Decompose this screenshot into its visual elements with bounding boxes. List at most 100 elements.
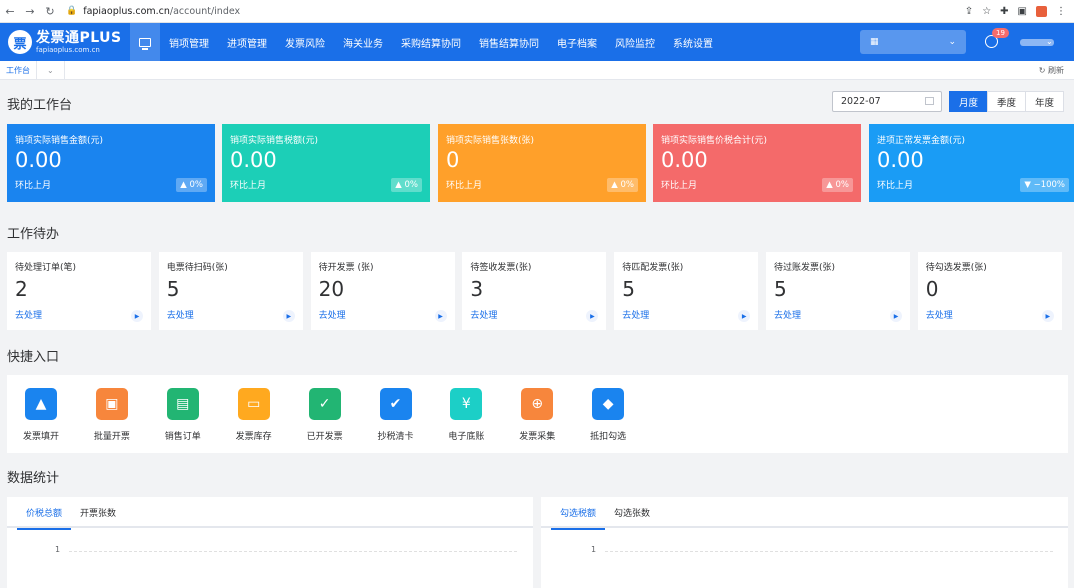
stat-value: 0.00 [230, 148, 277, 172]
stat-value: 0 [446, 148, 460, 172]
stat-label: 销项实际销售张数(张) [446, 136, 535, 146]
arrow-right-icon[interactable]: ▶ [890, 310, 902, 322]
monitor-icon [139, 37, 151, 50]
todo-card: 待过账发票(张) 5 去处理 ▶ [766, 252, 910, 330]
todo-count: 2 [15, 277, 28, 301]
process-link[interactable]: 去处理 [319, 308, 346, 321]
star-icon[interactable]: ☆ [982, 6, 991, 17]
quick-entry-3[interactable]: ▤ 销售订单 [153, 388, 213, 442]
logo[interactable]: 票 发票通PLUS fapiaoplus.com.cn [0, 23, 130, 61]
y-axis-tick: 1 [591, 545, 597, 554]
todo-card: 待签收发票(张) 3 去处理 ▶ [462, 252, 607, 330]
todo-card: 待匹配发票(张) 5 去处理 ▶ [614, 252, 759, 330]
process-link[interactable]: 去处理 [926, 308, 953, 321]
todo-card: 待勾选发票(张) 0 去处理 ▶ [917, 252, 1062, 330]
stat-card: 进项正常发票金额(元) 0.00 环比上月 ▼ −100% [869, 124, 1074, 202]
user-icon: ▲ [25, 388, 57, 420]
month-value: 2022-07 [841, 96, 881, 107]
tab-menu-chevron-icon[interactable]: ⌄ [37, 60, 65, 80]
process-link[interactable]: 去处理 [622, 308, 649, 321]
stat-value: 0.00 [877, 148, 924, 172]
period-button[interactable]: 年度 [1025, 91, 1064, 112]
quick-entry-5[interactable]: ✓ 已开发票 [295, 388, 355, 442]
todo-label: 待勾选发票(张) [925, 263, 987, 273]
amount-chart-panel: 价税总额 开票张数 1 [7, 497, 533, 588]
quick-entry-7[interactable]: ¥ 电子底账 [436, 388, 496, 442]
todo-label: 待处理订单(笔) [15, 263, 77, 273]
tab-workbench[interactable]: 工作台 [0, 60, 37, 80]
top-navigation: 票 发票通PLUS fapiaoplus.com.cn 销项管理 进项管理 发票风险… [0, 23, 1074, 61]
extensions-icon[interactable]: ✚ [1000, 6, 1008, 17]
quick-entry-1[interactable]: ▲ 发票填开 [11, 388, 71, 442]
arrow-right-icon[interactable]: ▶ [131, 310, 143, 322]
y-axis-tick: 1 [55, 545, 61, 554]
arrow-right-icon[interactable]: ▶ [282, 310, 295, 322]
reload-icon[interactable]: ↻ [40, 5, 60, 18]
more-icon[interactable]: ⋮ [1056, 6, 1066, 17]
stat-card: 销项实际销售税额(元) 0.00 环比上月 ▲ 0% [222, 124, 430, 202]
chart-tab[interactable]: 价税总额 [17, 497, 72, 530]
process-link[interactable]: 去处理 [774, 308, 801, 321]
arrow-right-icon[interactable]: ▶ [586, 310, 599, 322]
menu-item[interactable]: 进项管理 [218, 23, 276, 61]
stat-label: 销项实际销售税额(元) [230, 136, 319, 146]
month-picker[interactable]: 2022-07 [832, 91, 942, 112]
menu-item[interactable]: 销项管理 [160, 23, 218, 61]
stat-change-badge: ▲ 0% [391, 178, 422, 192]
sidebar-icon[interactable]: ▣ [1018, 6, 1027, 17]
extension-icon[interactable] [1036, 5, 1047, 17]
grid-line [605, 551, 1053, 552]
quick-entry-6[interactable]: ✔ 抄税清卡 [366, 388, 426, 442]
todo-label: 待开发票 (张) [318, 263, 374, 273]
chart-tab[interactable]: 勾选张数 [605, 497, 659, 528]
arrow-right-icon[interactable]: ▶ [434, 310, 447, 322]
calendar-icon [925, 97, 934, 105]
lock-icon: 🔒 [66, 6, 78, 16]
todo-count: 5 [166, 277, 180, 301]
quick-entry-4[interactable]: ▭ 发票库存 [224, 388, 284, 442]
todo-count: 5 [774, 277, 787, 301]
forward-icon[interactable]: → [20, 5, 40, 18]
menu-item[interactable]: 电子档案 [548, 23, 606, 61]
stat-value: 0.00 [15, 148, 62, 172]
building-icon: ▦ [870, 37, 879, 47]
quick-entry-2[interactable]: ▣ 批量开票 [82, 388, 142, 442]
check-chart-panel: 勾选税额 勾选张数 1 [541, 497, 1068, 588]
process-link[interactable]: 去处理 [470, 308, 497, 321]
back-icon[interactable]: ← [0, 5, 20, 18]
menu-item[interactable]: 销售结算协同 [470, 23, 548, 61]
quick-entry-8[interactable]: ⊕ 发票采集 [507, 388, 567, 442]
menu-item[interactable]: 风险监控 [606, 23, 664, 61]
menu-item[interactable]: 发票风险 [276, 23, 334, 61]
menu-item[interactable]: 海关业务 [334, 23, 392, 61]
refresh-button[interactable]: ↻ 刷新 [1039, 65, 1064, 76]
arrow-right-icon[interactable]: ▶ [738, 310, 751, 322]
menu-item[interactable]: 系统设置 [664, 23, 722, 61]
todo-card: 待开发票 (张) 20 去处理 ▶ [310, 252, 455, 330]
chart-tab[interactable]: 开票张数 [71, 497, 125, 528]
browser-toolbar: ← → ↻ 🔒 fapiaoplus.com.cn/account/index … [0, 0, 1074, 23]
organization-select[interactable]: ▦ ⌄ [860, 30, 966, 54]
grid-line [69, 551, 517, 552]
chevron-down-icon: ⌄ [948, 37, 956, 47]
quick-entry-panel: ▲ 发票填开 ▣ 批量开票 ▤ 销售订单 ▭ 发票库存 ✓ 已开发票 ✔ 抄税清卡 ¥ 电子底账 ⊕ 发票采集… [7, 375, 1068, 453]
user-chevron-icon[interactable]: ⌄ [1046, 37, 1053, 46]
address-bar[interactable]: 🔒 fapiaoplus.com.cn/account/index [66, 2, 965, 20]
chart-tab[interactable]: 勾选税额 [551, 497, 606, 530]
process-link[interactable]: 去处理 [167, 308, 194, 321]
home-menu-item[interactable] [130, 23, 160, 61]
quick-entry-label: 已开发票 [306, 432, 343, 442]
share-icon[interactable]: ⇪ [965, 6, 973, 17]
period-switch: 月度 季度 年度 [949, 91, 1064, 112]
refresh-icon: ↻ [1038, 66, 1046, 75]
process-link[interactable]: 去处理 [15, 308, 42, 321]
period-button[interactable]: 月度 [949, 91, 988, 112]
todo-title: 工作待办 [7, 227, 60, 242]
menu-item[interactable]: 采购结算协同 [392, 23, 470, 61]
quick-entry-label: 发票采集 [519, 432, 556, 442]
quick-entry-label: 电子底账 [448, 432, 485, 442]
quick-entry-9[interactable]: ◆ 抵扣勾选 [578, 388, 638, 442]
todo-label: 待过账发票(张) [774, 263, 836, 273]
period-button[interactable]: 季度 [987, 91, 1026, 112]
arrow-right-icon[interactable]: ▶ [1041, 310, 1054, 322]
